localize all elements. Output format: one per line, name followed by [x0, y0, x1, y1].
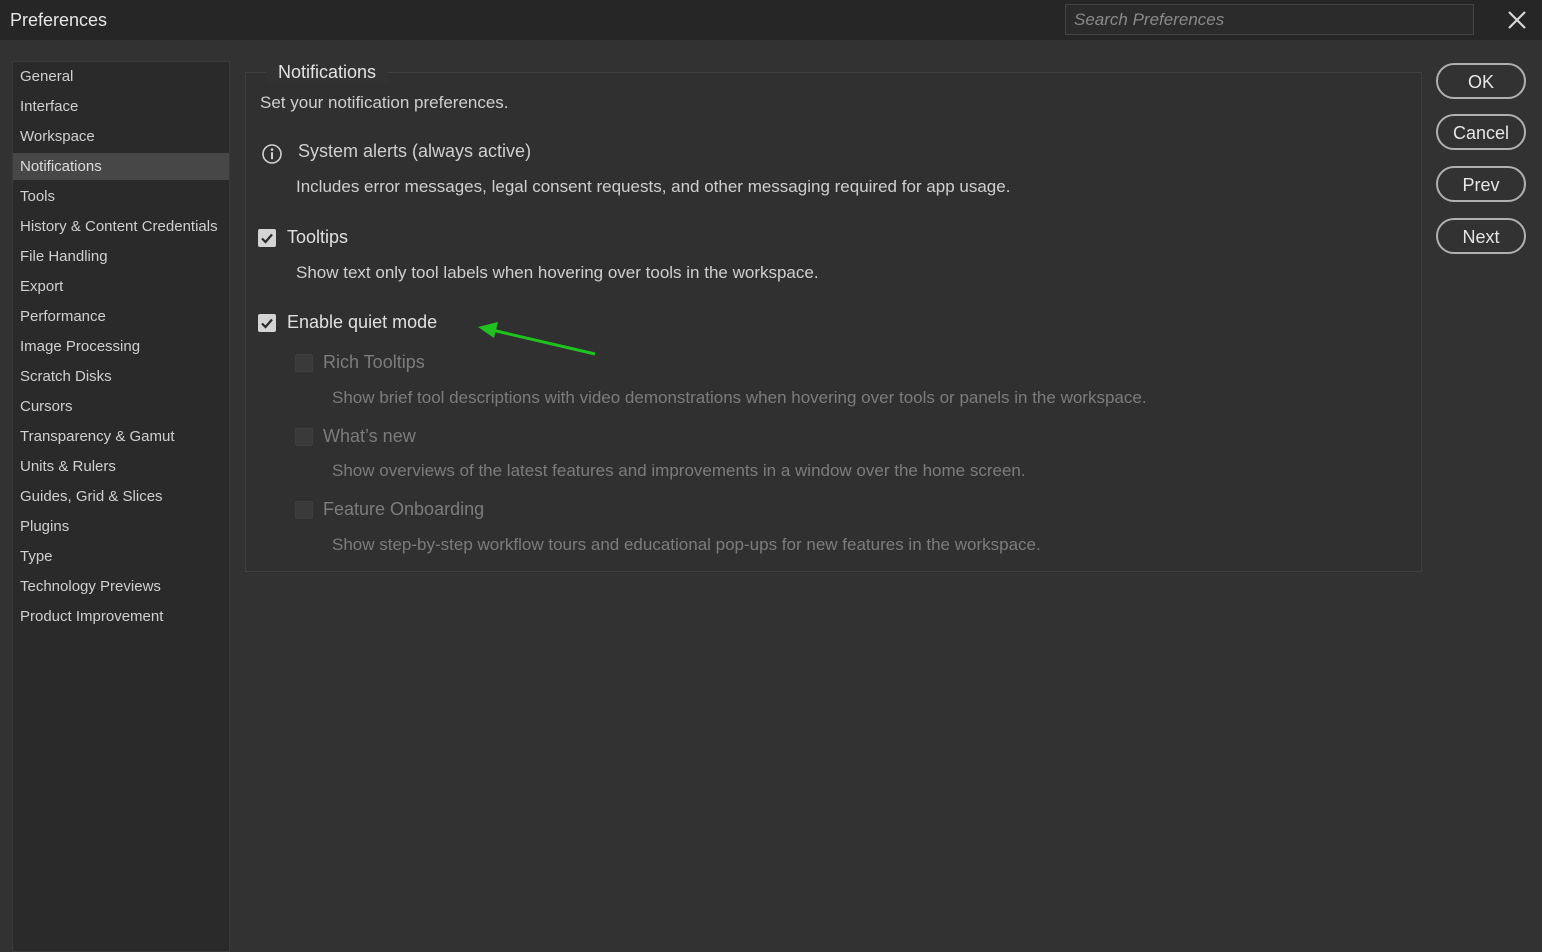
sidebar-item-technology-previews[interactable]: Technology Previews — [13, 573, 229, 600]
checkmark-icon — [261, 318, 273, 329]
whats-new-label: What’s new — [323, 426, 416, 446]
sidebar-item-file-handling[interactable]: File Handling — [13, 243, 229, 270]
sidebar-item-tools[interactable]: Tools — [13, 183, 229, 210]
info-icon — [262, 144, 282, 164]
sidebar-item-units-rulers[interactable]: Units & Rulers — [13, 453, 229, 480]
sidebar-item-plugins[interactable]: Plugins — [13, 513, 229, 540]
sidebar-item-performance[interactable]: Performance — [13, 303, 229, 330]
quiet-mode-checkbox[interactable] — [258, 314, 276, 332]
sidebar-item-workspace[interactable]: Workspace — [13, 123, 229, 150]
system-alerts-description: Includes error messages, legal consent r… — [296, 177, 1011, 196]
tooltips-description: Show text only tool labels when hovering… — [296, 263, 819, 282]
next-button[interactable]: Next — [1436, 218, 1526, 254]
sidebar-item-type[interactable]: Type — [13, 543, 229, 570]
system-alerts-label: System alerts (always active) — [298, 141, 532, 161]
feature-onboarding-label: Feature Onboarding — [323, 499, 485, 519]
close-icon[interactable] — [1503, 6, 1531, 34]
category-sidebar: General Interface Workspace Notification… — [12, 61, 230, 952]
checkmark-icon — [261, 233, 273, 244]
feature-onboarding-description: Show step-by-step workflow tours and edu… — [332, 535, 1041, 554]
annotation-arrow-icon — [478, 322, 596, 356]
sidebar-item-product-improvement[interactable]: Product Improvement — [13, 603, 229, 630]
sidebar-item-history-content-credentials[interactable]: History & Content Credentials — [13, 213, 229, 240]
rich-tooltips-checkbox[interactable] — [295, 354, 313, 372]
panel-subtitle: Set your notification preferences. — [260, 93, 509, 112]
whats-new-checkbox[interactable] — [295, 428, 313, 446]
sidebar-item-image-processing[interactable]: Image Processing — [13, 333, 229, 360]
sidebar-item-transparency-gamut[interactable]: Transparency & Gamut — [13, 423, 229, 450]
tooltips-label[interactable]: Tooltips — [287, 227, 348, 248]
prev-button[interactable]: Prev — [1436, 166, 1526, 202]
sidebar-item-export[interactable]: Export — [13, 273, 229, 300]
feature-onboarding-checkbox[interactable] — [295, 501, 313, 519]
search-input[interactable] — [1065, 4, 1474, 35]
sidebar-item-notifications[interactable]: Notifications — [13, 153, 229, 180]
rich-tooltips-description: Show brief tool descriptions with video … — [332, 388, 1147, 407]
panel-legend: Notifications — [266, 61, 389, 83]
sidebar-item-interface[interactable]: Interface — [13, 93, 229, 120]
window-title: Preferences — [10, 10, 108, 30]
sidebar-item-general[interactable]: General — [13, 63, 229, 90]
tooltips-checkbox[interactable] — [258, 229, 276, 247]
sidebar-item-guides-grid-slices[interactable]: Guides, Grid & Slices — [13, 483, 229, 510]
title-bar: Preferences — [0, 0, 1542, 40]
rich-tooltips-label: Rich Tooltips — [323, 352, 425, 372]
quiet-mode-label[interactable]: Enable quiet mode — [287, 312, 437, 333]
cancel-button[interactable]: Cancel — [1436, 114, 1526, 150]
sidebar-item-scratch-disks[interactable]: Scratch Disks — [13, 363, 229, 390]
sidebar-item-cursors[interactable]: Cursors — [13, 393, 229, 420]
ok-button[interactable]: OK — [1436, 63, 1526, 99]
whats-new-description: Show overviews of the latest features an… — [332, 461, 1026, 480]
